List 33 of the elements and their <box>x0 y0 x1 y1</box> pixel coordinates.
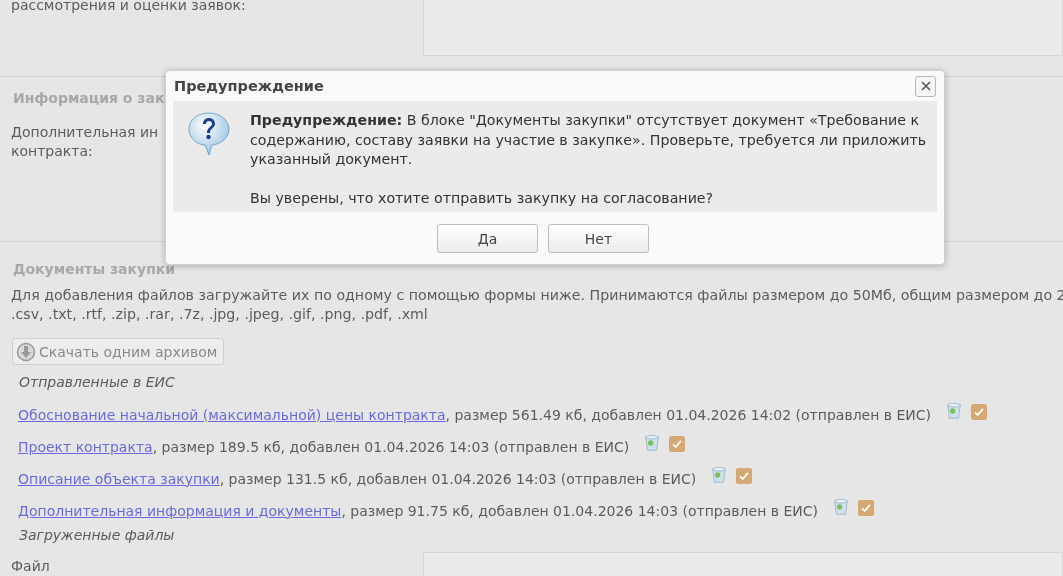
dialog-question: Вы уверены, что хотите отправить закупку на согласование? <box>250 188 715 208</box>
field-label: рассмотрения и оценки заявок: <box>10 0 246 15</box>
field-label: Дополнительная ин <box>11 123 159 142</box>
recycle-bin-icon[interactable] <box>710 464 729 485</box>
dialog-button[interactable]: Нет <box>548 224 649 253</box>
file-link[interactable]: Описание объекта закупки <box>18 470 220 487</box>
subsection-heading: Загруженные файлы <box>18 526 176 545</box>
close-button[interactable] <box>915 75 936 97</box>
field-label: Файл <box>10 557 50 576</box>
recycle-bin-icon[interactable] <box>832 496 850 517</box>
download-icon <box>16 341 36 362</box>
checkbox[interactable] <box>971 403 988 420</box>
file-details: , размер 189.5 кб, добавлен 01.04.2026 14:03 (отправлен в ЕИС) <box>152 438 630 455</box>
download-button[interactable]: Скачать одним архивом <box>12 338 225 365</box>
close-icon <box>919 80 932 92</box>
question-icon <box>187 111 231 157</box>
recycle-bin-icon[interactable] <box>643 432 662 453</box>
file-link[interactable]: Дополнительная информация и документы <box>18 502 342 519</box>
checkbox[interactable] <box>669 435 686 452</box>
recycle-bin-icon[interactable] <box>945 400 964 421</box>
subsection-heading: Отправленные в ЕИС <box>18 373 176 392</box>
checkbox[interactable] <box>736 467 753 484</box>
field-label: контракта: <box>11 142 94 161</box>
dialog-button[interactable]: Да <box>437 224 538 253</box>
file-details: , размер 561.49 кб, добавлен 01.04.2026 14:02 (отправлен в ЕИС) <box>445 406 932 423</box>
file-details: , размер 131.5 кб, добавлен 01.04.2026 14:03 (отправлен в ЕИС) <box>219 470 697 487</box>
file-link[interactable]: Обоснование начальной (максимальной) цены контракта <box>18 406 446 423</box>
checkbox[interactable] <box>858 499 874 516</box>
section-legend: Документы закупки <box>0 260 1063 278</box>
hint-text: .csv, .txt, .rtf, .zip, .rar, .7z, .jpg, .jpeg, .gif, .png, .pdf, .xml <box>10 305 429 324</box>
file-details: , размер 91.75 кб, добавлен 01.04.2026 14:03 (отправлен в ЕИС) <box>341 502 818 519</box>
file-link[interactable]: Проект контракта <box>18 438 153 455</box>
dialog-message: Предупреждение: В блоке "Документы закупки" отсутствует документ «Требование к содержанию, составу заявки на участие в закупке». Проверьте, требуется ли приложить указанный документ. <box>250 111 928 169</box>
